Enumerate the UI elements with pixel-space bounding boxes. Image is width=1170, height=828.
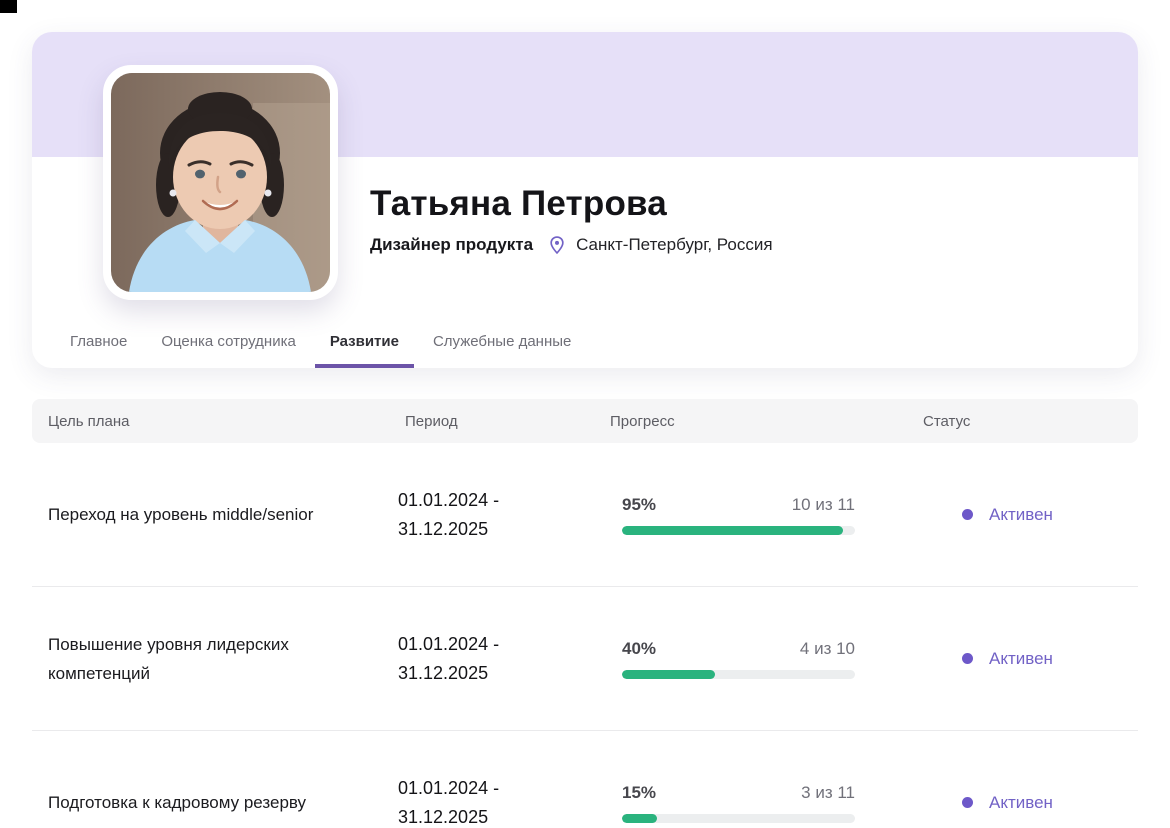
table-row[interactable]: Повышение уровня лидерских компетенций 0… [32, 587, 1138, 731]
status-label[interactable]: Активен [989, 793, 1053, 813]
progress-bar [622, 525, 855, 535]
profile-subtitle: Дизайнер продукта Санкт-Петербург, Росси… [370, 235, 773, 255]
progress-bar [622, 813, 855, 823]
table-body: Переход на уровень middle/senior 01.01.2… [32, 443, 1138, 828]
col-header-progress: Прогресс [610, 412, 675, 430]
status-label[interactable]: Активен [989, 505, 1053, 525]
profile-name: Татьяна Петрова [370, 184, 667, 223]
col-header-goal: Цель плана [48, 412, 130, 430]
progress-percent: 40% [622, 638, 657, 658]
status-cell: Активен [962, 505, 1053, 525]
profile-location: Санкт-Петербург, Россия [576, 235, 773, 254]
progress-cell: 40% 4 из 10 [622, 639, 855, 679]
period-cell: 01.01.2024 - 31.12.2025 [398, 633, 500, 683]
progress-cell: 95% 10 из 11 [622, 495, 855, 535]
progress-percent: 15% [622, 782, 657, 802]
page: Татьяна Петрова Дизайнер продукта Санкт-… [0, 0, 1170, 828]
profile-card: Татьяна Петрова Дизайнер продукта Санкт-… [32, 32, 1138, 368]
progress-bar-fill [622, 669, 716, 679]
identity-block: Татьяна Петрова Дизайнер продукта Санкт-… [370, 184, 773, 255]
progress-cell: 15% 3 из 11 [622, 783, 855, 823]
avatar [103, 65, 338, 300]
progress-bar-fill [622, 813, 657, 823]
goal-cell: Переход на уровень middle/senior [48, 505, 314, 524]
goal-cell: Подготовка к кадровому резерву [48, 793, 307, 812]
table-row[interactable]: Переход на уровень middle/senior 01.01.2… [32, 443, 1138, 587]
status-label[interactable]: Активен [989, 649, 1053, 669]
tab-service-data[interactable]: Служебные данные [433, 333, 571, 368]
progress-ratio: 10 из 11 [791, 494, 855, 514]
status-dot-icon [962, 653, 973, 664]
status-cell: Активен [962, 649, 1053, 669]
tab-main[interactable]: Главное [70, 333, 127, 368]
tab-employee-assessment[interactable]: Оценка сотрудника [161, 333, 296, 368]
progress-percent: 95% [622, 494, 657, 514]
status-dot-icon [962, 797, 973, 808]
table-row[interactable]: Подготовка к кадровому резерву 01.01.202… [32, 731, 1138, 828]
status-dot-icon [962, 509, 973, 520]
goal-cell: Повышение уровня лидерских компетенций [48, 634, 289, 683]
period-cell: 01.01.2024 - 31.12.2025 [398, 489, 500, 539]
screen-artifact [0, 0, 17, 13]
progress-bar-fill [622, 525, 844, 535]
progress-ratio: 4 из 10 [799, 638, 855, 658]
col-header-period: Период [405, 412, 458, 430]
period-cell: 01.01.2024 - 31.12.2025 [398, 777, 500, 827]
tab-development[interactable]: Развитие [314, 333, 414, 368]
location-pin-icon [547, 235, 567, 255]
table-header: Цель плана Период Прогресс Статус [32, 399, 1138, 443]
progress-ratio: 3 из 11 [801, 782, 855, 802]
profile-role: Дизайнер продукта [370, 235, 534, 254]
col-header-status: Статус [923, 412, 971, 430]
progress-bar [622, 669, 855, 679]
avatar-photo [111, 73, 330, 292]
profile-tabs: Главное Оценка сотрудника Развитие Служе… [70, 333, 571, 368]
status-cell: Активен [962, 793, 1053, 813]
